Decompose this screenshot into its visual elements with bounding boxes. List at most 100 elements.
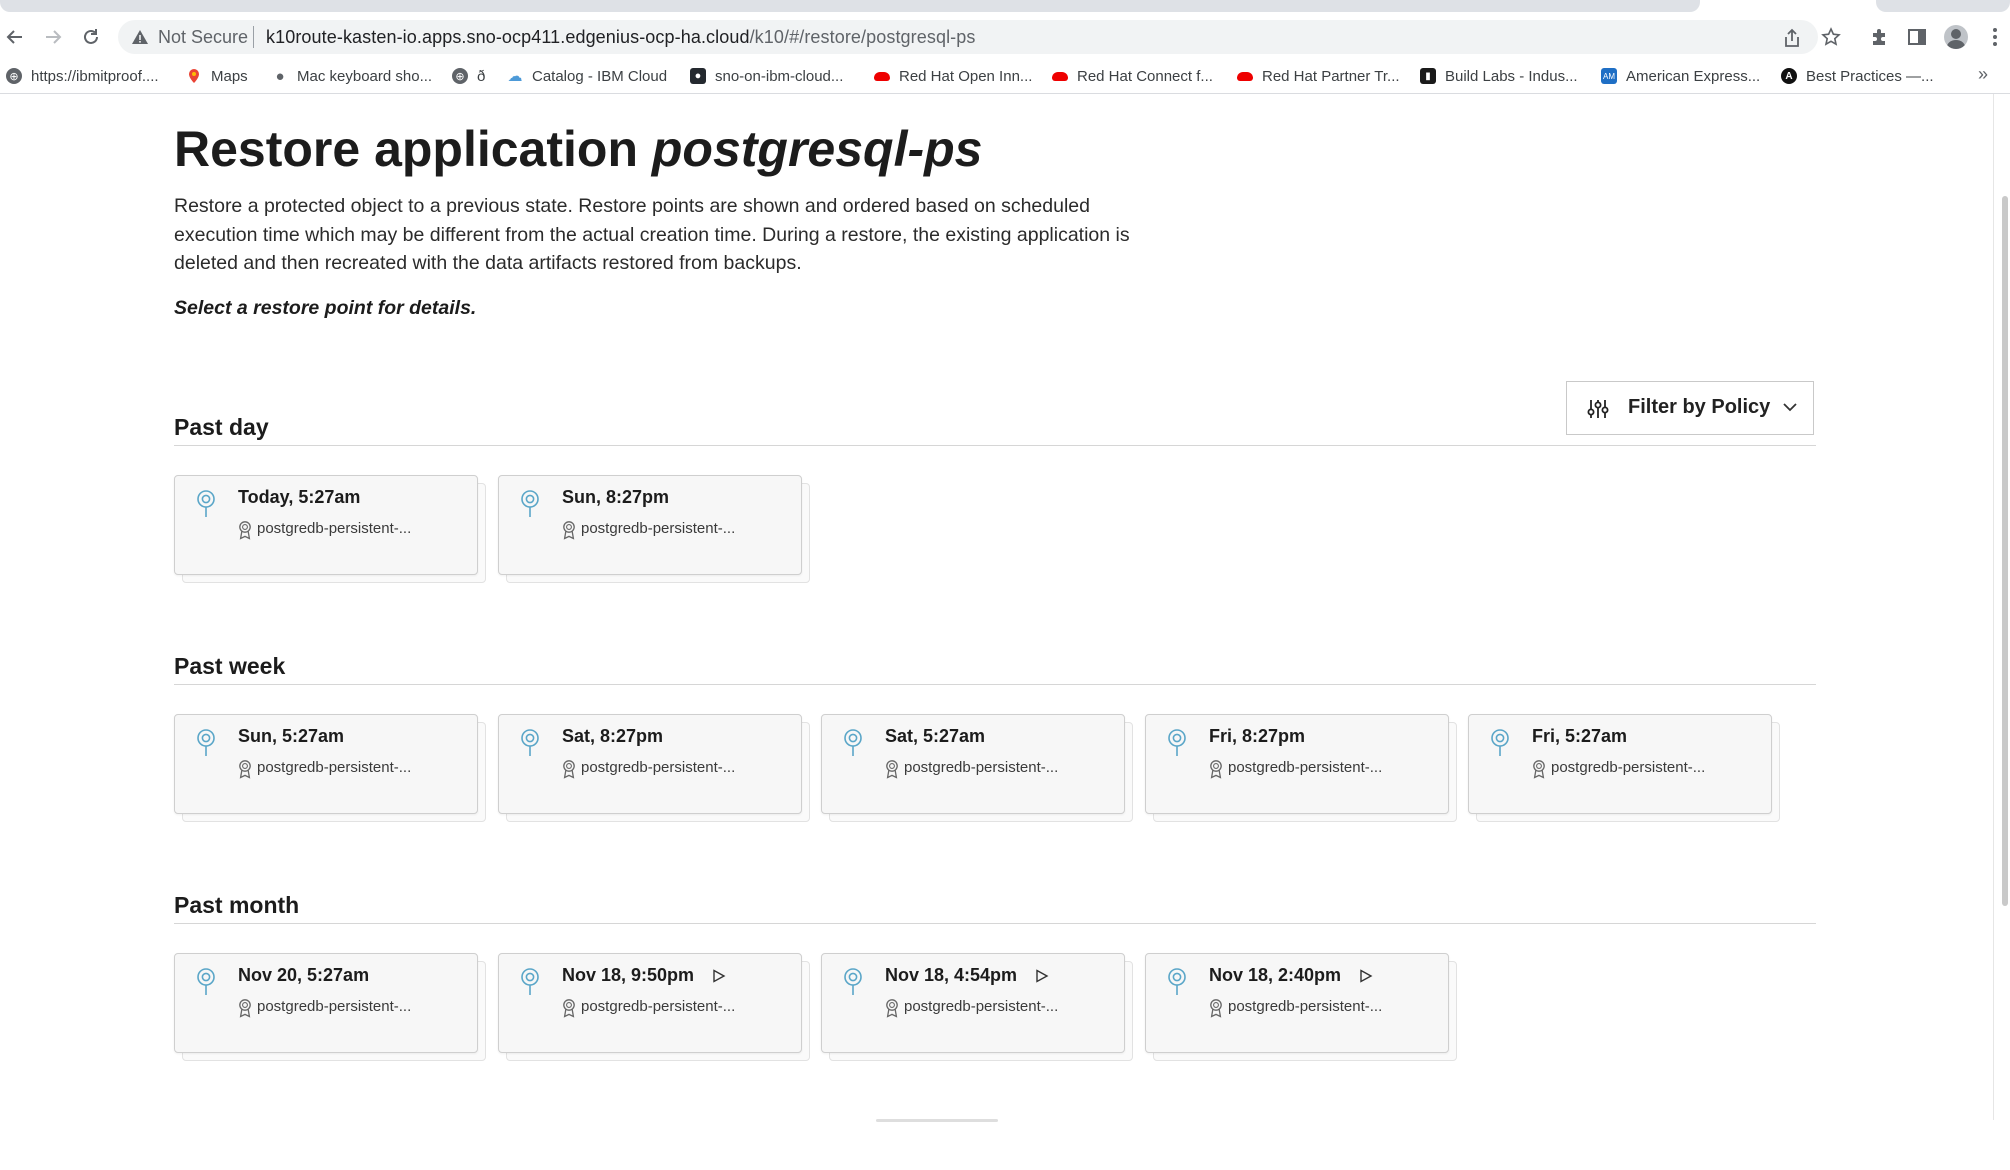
tab-bar[interactable] [0, 0, 1700, 12]
restore-point-pin-icon [521, 729, 539, 756]
warning-icon [132, 30, 148, 44]
restore-point-policy: postgredb-persistent-... [1551, 759, 1706, 776]
restore-point-card[interactable]: Sun, 8:27pm postgredb-persistent-... [498, 475, 810, 583]
page-title-app-name: postgresql-ps [651, 121, 983, 177]
bookmark-label: Maps [211, 67, 248, 85]
bookmarks-bar: ⊕ https://ibmitproof.... Maps ● Mac keyboa… [0, 58, 2010, 94]
bookmark-item[interactable]: A Best Practices —... [1781, 64, 1934, 88]
restore-point-card[interactable]: Nov 18, 9:50pm postgredb-persistent-... [498, 953, 810, 1061]
bookmark-item[interactable]: ⊕ https://ibmitproof.... [6, 64, 159, 88]
bookmark-item[interactable]: ● Mac keyboard sho... [272, 64, 432, 88]
bookmark-item[interactable]: ● sno-on-ibm-cloud... [690, 64, 843, 88]
restore-point-card-body: Today, 5:27am postgredb-persistent-... [174, 475, 478, 575]
restore-point-card-body: Nov 20, 5:27am postgredb-persistent-... [174, 953, 478, 1053]
page-title-prefix: Restore application [174, 121, 652, 177]
restore-point-pin-icon [197, 729, 215, 756]
bookmark-item[interactable]: Red Hat Connect f... [1052, 64, 1213, 88]
restore-point-policy: postgredb-persistent-... [904, 998, 1059, 1015]
profile-avatar[interactable] [1943, 24, 1969, 50]
redhat-icon [1237, 68, 1253, 84]
policy-icon [1533, 760, 1545, 779]
section-divider [174, 684, 1816, 685]
bookmark-label: Mac keyboard sho... [297, 67, 433, 85]
bookmark-item[interactable]: ☁ Catalog - IBM Cloud [507, 64, 668, 88]
url-text[interactable]: k10route-kasten-io.apps.sno-ocp411.edgen… [266, 27, 976, 48]
restore-point-policy: postgredb-persistent-... [1228, 759, 1383, 776]
bookmark-item[interactable]: Maps [186, 64, 248, 88]
bookmark-item[interactable]: AM American Express... [1601, 64, 1760, 88]
policy-icon [239, 999, 251, 1018]
forward-arrow-icon [46, 30, 62, 44]
bookmark-label: Red Hat Open Inn... [899, 67, 1033, 85]
manual-run-icon [1360, 969, 1373, 983]
restore-point-card-body: Fri, 8:27pm postgredb-persistent-... [1145, 714, 1449, 814]
tab-bar-right[interactable] [1876, 0, 2010, 12]
restore-point-card[interactable]: Sat, 8:27pm postgredb-persistent-... [498, 714, 810, 822]
url-host: k10route-kasten-io.apps.sno-ocp411.edgen… [266, 27, 750, 47]
policy-icon [563, 999, 575, 1018]
restore-point-card[interactable]: Nov 20, 5:27am postgredb-persistent-... [174, 953, 486, 1061]
address-bar[interactable]: Not Secure k10route-kasten-io.apps.sno-o… [118, 20, 1818, 54]
bookmark-label: https://ibmitproof.... [31, 67, 159, 85]
restore-point-card[interactable]: Fri, 8:27pm postgredb-persistent-... [1145, 714, 1457, 822]
policy-icon [886, 999, 898, 1018]
bookmark-label: Build Labs - Indus... [1445, 67, 1578, 85]
globe-icon: ⊕ [452, 68, 468, 84]
side-panel-icon[interactable] [1904, 24, 1930, 50]
restore-point-time: Sat, 8:27pm [562, 726, 664, 746]
restore-point-time: Fri, 5:27am [1532, 726, 1628, 746]
restore-point-card[interactable]: Sat, 5:27am postgredb-persistent-... [821, 714, 1133, 822]
bookmark-star-icon[interactable] [1818, 24, 1844, 50]
reload-button[interactable] [76, 22, 106, 52]
bookmark-label: Red Hat Connect f... [1077, 67, 1213, 85]
scrollbar-thumb[interactable] [2002, 196, 2008, 906]
scrollbar-track[interactable] [1993, 94, 2010, 1120]
bookmark-item[interactable]: ⊕ ð [452, 64, 485, 88]
apple-icon: ● [275, 67, 285, 85]
restore-point-card[interactable]: Sun, 5:27am postgredb-persistent-... [174, 714, 486, 822]
section-title-past-month: Past month [174, 892, 300, 918]
more-bookmarks-button[interactable]: » [1978, 64, 1988, 85]
redhat-icon [874, 68, 890, 84]
back-button[interactable] [0, 22, 30, 52]
restore-point-card-body: Sun, 8:27pm postgredb-persistent-... [498, 475, 802, 575]
policy-icon [563, 521, 575, 540]
restore-point-policy: postgredb-persistent-... [581, 998, 736, 1015]
restore-point-policy: postgredb-persistent-... [581, 759, 736, 776]
restore-point-card-body: Nov 18, 9:50pm postgredb-persistent-... [498, 953, 802, 1053]
restore-point-time: Nov 18, 9:50pm [562, 965, 695, 985]
restore-point-pin-icon [521, 490, 539, 517]
load-more-indicator [876, 1119, 998, 1122]
buildlabs-icon: ▮ [1420, 68, 1436, 84]
restore-point-time: Today, 5:27am [238, 487, 361, 507]
redhat-icon [1052, 68, 1068, 84]
bookmark-item[interactable]: ▮ Build Labs - Indus... [1420, 64, 1578, 88]
restore-point-card[interactable]: Today, 5:27am postgredb-persistent-... [174, 475, 486, 583]
cloud-icon: ☁ [507, 68, 523, 85]
policy-icon [239, 521, 251, 540]
share-icon[interactable] [1783, 28, 1801, 54]
restore-point-card[interactable]: Nov 18, 4:54pm postgredb-persistent-... [821, 953, 1133, 1061]
restore-point-card[interactable]: Fri, 5:27am postgredb-persistent-... [1468, 714, 1780, 822]
restore-point-time: Fri, 8:27pm [1209, 726, 1306, 746]
restore-point-card-body: Fri, 5:27am postgredb-persistent-... [1468, 714, 1772, 814]
restore-point-card-body: Nov 18, 2:40pm postgredb-persistent-... [1145, 953, 1449, 1053]
bookmark-item[interactable]: Red Hat Open Inn... [874, 64, 1032, 88]
browser-menu-icon[interactable] [1982, 24, 2008, 50]
restore-point-card[interactable]: Nov 18, 2:40pm postgredb-persistent-... [1145, 953, 1457, 1061]
forward-button[interactable] [38, 22, 68, 52]
extensions-icon[interactable] [1866, 24, 1892, 50]
filter-by-policy-dropdown[interactable]: Filter by Policy [1566, 381, 1814, 435]
bookmark-label: ð [477, 67, 486, 85]
select-hint: Select a restore point for details. [174, 297, 477, 319]
restore-point-time: Sun, 5:27am [238, 726, 345, 746]
restore-point-pin-icon [197, 968, 215, 995]
bookmark-label: Best Practices —... [1806, 67, 1934, 85]
bookmark-label: Red Hat Partner Tr... [1262, 67, 1400, 85]
restore-point-time: Nov 18, 2:40pm [1209, 965, 1342, 985]
restore-point-pin-icon [844, 968, 862, 995]
bookmark-label: American Express... [1626, 67, 1761, 85]
bookmark-item[interactable]: Red Hat Partner Tr... [1237, 64, 1400, 88]
policy-icon [1210, 999, 1222, 1018]
restore-point-policy: postgredb-persistent-... [257, 759, 412, 776]
